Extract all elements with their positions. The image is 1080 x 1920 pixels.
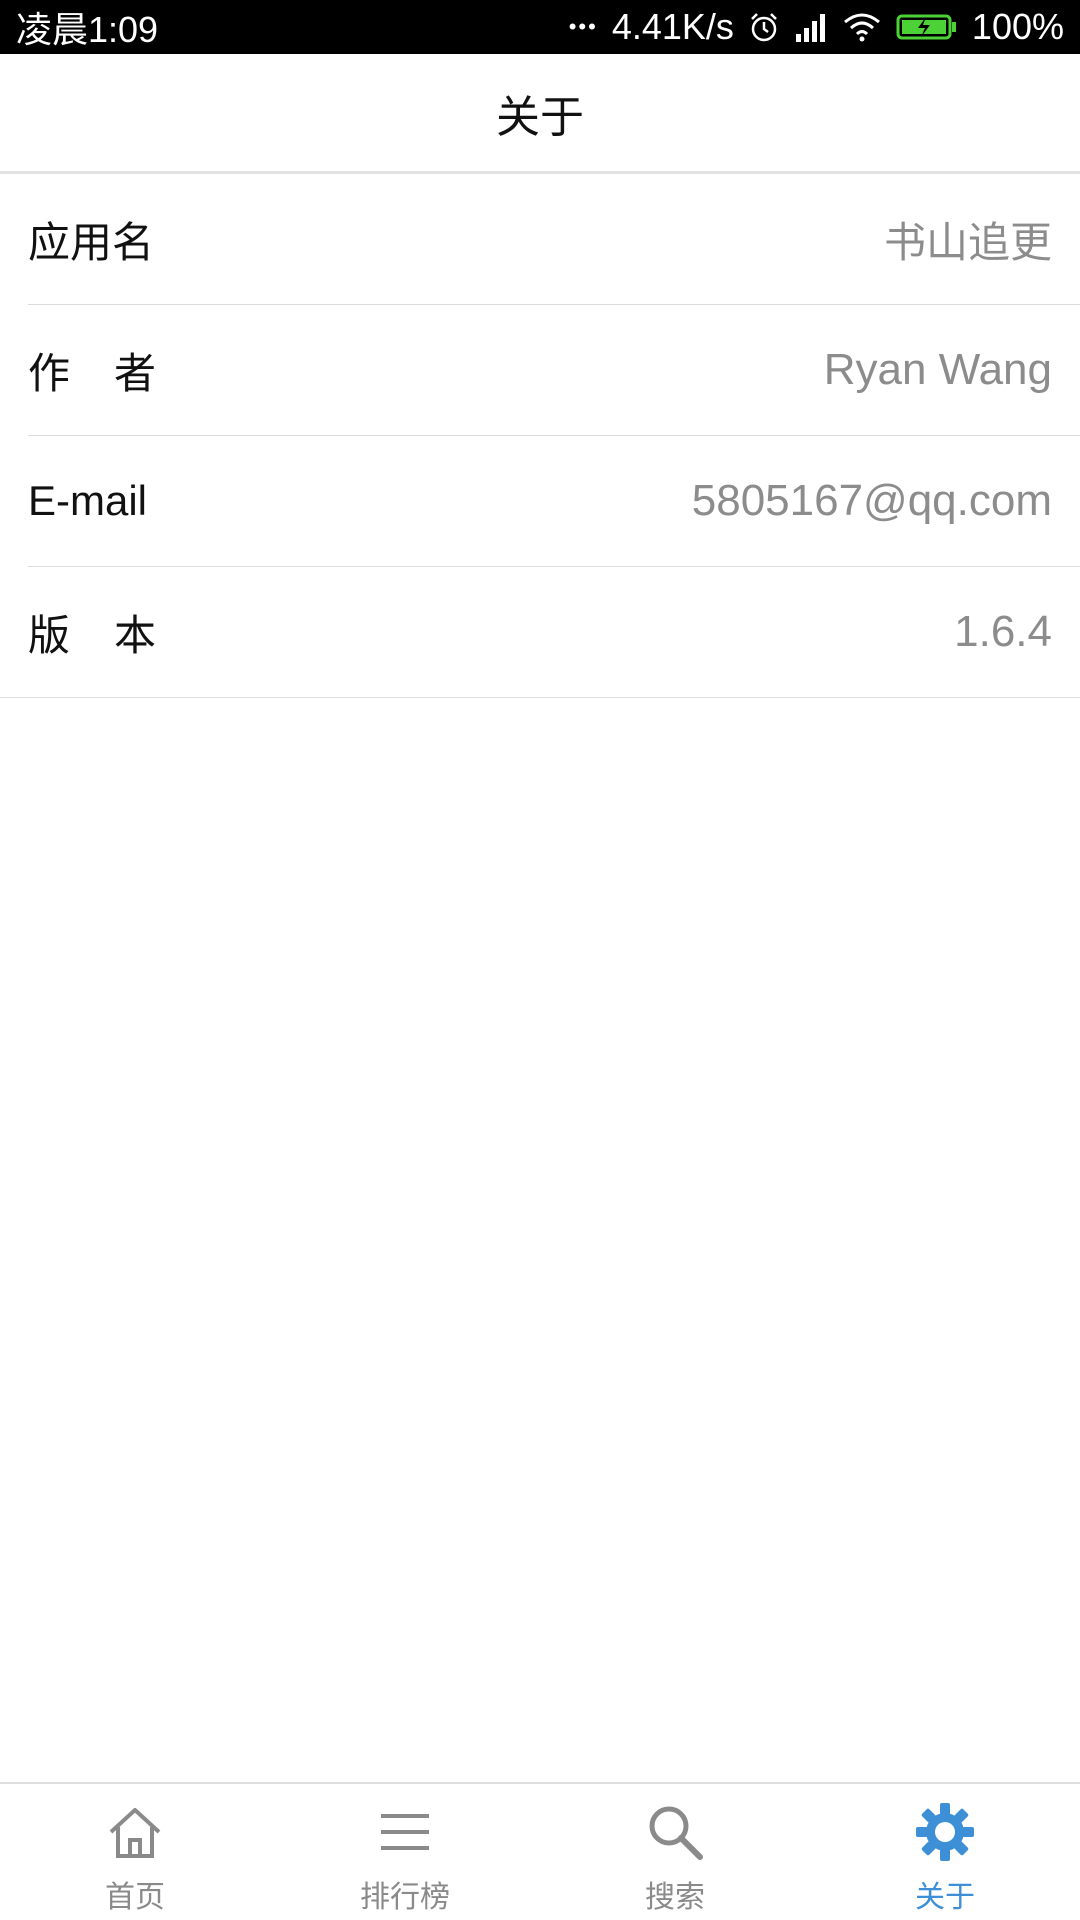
alarm-icon bbox=[748, 11, 780, 43]
nav-label: 排行榜 bbox=[360, 1880, 450, 1915]
page-title: 关于 bbox=[496, 91, 584, 143]
search-icon bbox=[645, 1800, 705, 1864]
info-row-email: E-mail 5805167@qq.com bbox=[28, 436, 1080, 567]
info-row-author: 作者 Ryan Wang bbox=[28, 305, 1080, 436]
status-bar: 凌晨1:09 ••• 4.41K/s 100% bbox=[0, 0, 1080, 54]
info-label: E-mail bbox=[28, 477, 148, 524]
signal-icon bbox=[794, 12, 828, 42]
status-time: 凌晨1:09 bbox=[16, 9, 159, 50]
info-row-version: 版本 1.6.4 bbox=[0, 567, 1080, 698]
nav-item-about[interactable]: 关于 bbox=[810, 1784, 1080, 1920]
info-label: 应用名 bbox=[28, 217, 155, 267]
nav-label: 首页 bbox=[105, 1880, 165, 1915]
nav-item-home[interactable]: 首页 bbox=[0, 1784, 270, 1920]
info-row-app-name: 应用名 书山追更 bbox=[28, 174, 1080, 305]
info-list: 应用名 书山追更 作者 Ryan Wang E-mail 5805167@qq.… bbox=[0, 174, 1080, 698]
nav-item-search[interactable]: 搜索 bbox=[540, 1784, 810, 1920]
more-notifications-icon: ••• bbox=[568, 14, 598, 39]
nav-label: 关于 bbox=[915, 1880, 975, 1915]
info-label: 作者 bbox=[28, 348, 201, 398]
about-screen: 凌晨1:09 ••• 4.41K/s 100% 关于 应用名 书山追更 作者 R… bbox=[0, 0, 1080, 1920]
info-value: 1.6.4 bbox=[954, 607, 1052, 656]
network-speed: 4.41K/s bbox=[611, 6, 734, 47]
nav-item-ranking[interactable]: 排行榜 bbox=[270, 1784, 540, 1920]
info-value: Ryan Wang bbox=[823, 345, 1052, 394]
wifi-icon bbox=[842, 12, 882, 42]
bottom-nav: 首页 排行榜 搜索 关于 bbox=[0, 1782, 1080, 1920]
app-header: 关于 bbox=[0, 54, 1080, 174]
nav-label: 搜索 bbox=[645, 1880, 705, 1915]
status-icons: ••• 4.41K/s 100% bbox=[569, 6, 1064, 48]
info-value: 书山追更 bbox=[883, 217, 1052, 267]
info-value: 5805167@qq.com bbox=[691, 476, 1052, 525]
home-icon bbox=[105, 1800, 165, 1864]
battery-percent: 100% bbox=[971, 6, 1064, 47]
menu-lines-icon bbox=[375, 1800, 435, 1864]
gear-icon bbox=[914, 1800, 976, 1864]
battery-charging-icon bbox=[896, 12, 958, 42]
info-label: 版本 bbox=[28, 610, 201, 660]
